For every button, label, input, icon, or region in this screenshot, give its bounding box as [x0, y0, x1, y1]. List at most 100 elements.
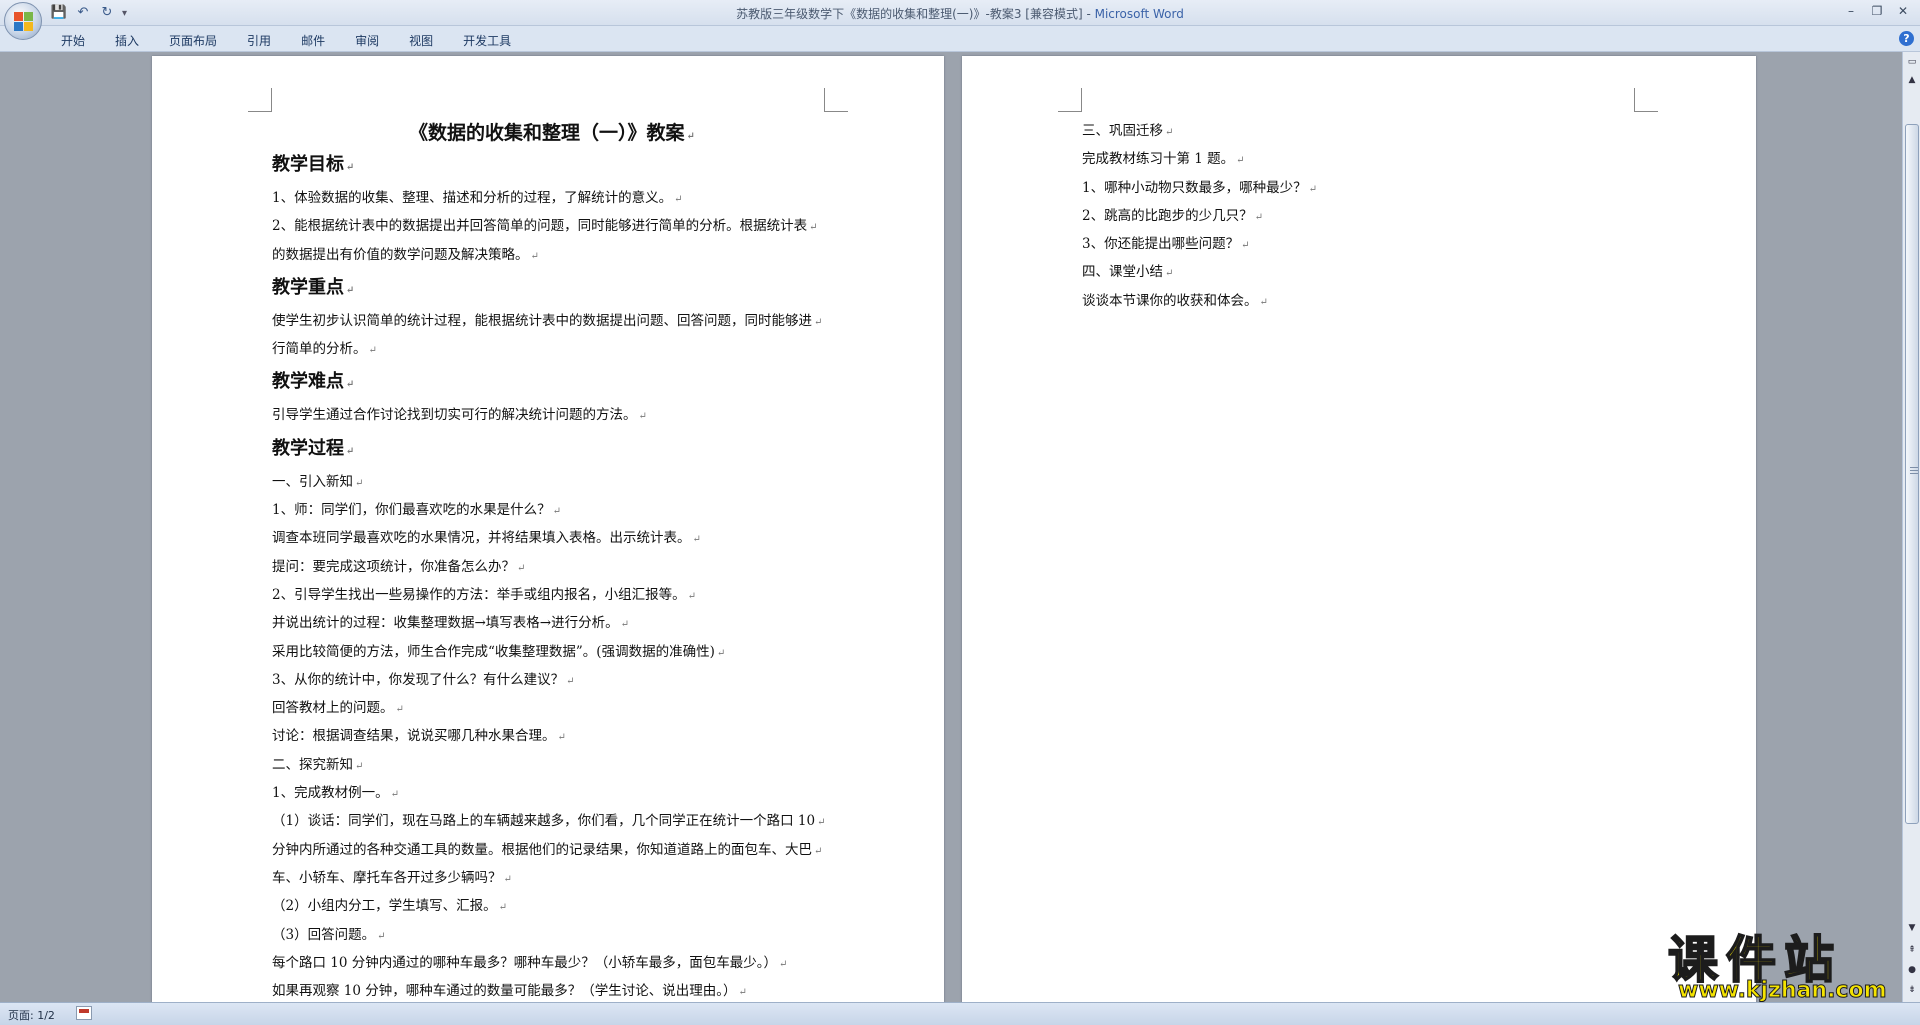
paragraph-mark-icon: ↵	[817, 817, 826, 829]
paragraph-text: 1、哪种小动物只数最多，哪种最少？	[1082, 179, 1307, 196]
paragraph-line: 引导学生通过合作讨论找到切实可行的解决统计问题的方法。 ↵	[272, 402, 832, 430]
paragraph-mark-icon: ↵	[687, 590, 696, 602]
page-2[interactable]: 三、巩固迁移 ↵ 完成教材练习十第 1 题。 ↵ 1、哪种小动物只数最多，哪种最少？ ↵ 2…	[962, 56, 1756, 1002]
page-2-section: 三、巩固迁移 ↵ 完成教材练习十第 1 题。 ↵ 1、哪种小动物只数最多，哪种最少？ ↵ 2…	[1082, 118, 1317, 316]
section-heading-key-points: 教学重点 ↵	[272, 276, 355, 298]
scroll-thumb[interactable]	[1905, 124, 1919, 824]
paragraph-mark-icon: ↵	[620, 619, 630, 631]
paragraph-mark-icon: ↵	[1236, 155, 1245, 167]
paragraph-text: 回答教材上的问题。	[272, 700, 394, 717]
scroll-up-icon[interactable]: ▲	[1904, 72, 1920, 88]
paragraph-mark-icon: ↵	[738, 987, 747, 999]
paragraph-line: 三、巩固迁移 ↵	[1082, 118, 1317, 146]
paragraph-mark-icon: ↵	[557, 732, 566, 744]
paragraph-line: 并说出统计的过程：收集整理数据→填写表格→进行分析。 ↵	[272, 610, 832, 638]
paragraph-mark-icon: ↵	[355, 760, 364, 772]
paragraph-mark-icon: ↵	[1308, 183, 1317, 195]
paragraph-mark-icon: ↵	[566, 675, 575, 687]
document-heading: 《数据的收集和整理（一）》教案 ↵	[409, 122, 695, 144]
paragraph-line: 3、从你的统计中，你发现了什么？有什么建议？ ↵	[272, 667, 832, 695]
paragraph-line: 二、探究新知 ↵	[272, 752, 832, 780]
tab-0[interactable]: 开始	[50, 30, 96, 51]
paragraph-text: 一、引入新知	[272, 473, 353, 490]
paragraph-mark-icon: ↵	[686, 131, 695, 142]
paragraph-mark-icon: ↵	[346, 162, 355, 173]
page-indicator[interactable]: 页面: 1/2	[8, 1007, 55, 1023]
paragraph-text: 每个路口 10 分钟内通过的哪种车最多？哪种车最少？（小轿车最多，面包车最少。）	[272, 954, 778, 971]
paragraph-text: 二、探究新知	[272, 756, 353, 773]
tab-5[interactable]: 审阅	[344, 30, 390, 51]
restore-button[interactable]: ❐	[1864, 2, 1890, 20]
paragraph-line: 一、引入新知 ↵	[272, 469, 832, 497]
tab-2[interactable]: 页面布局	[158, 30, 228, 51]
paragraph-text: 谈谈本节课你的收获和体会。	[1082, 292, 1258, 309]
browse-object-icon[interactable]: ●	[1904, 962, 1920, 978]
section-heading-difficulties: 教学难点 ↵	[272, 371, 355, 393]
ruler-toggle-icon[interactable]: ▭	[1904, 54, 1920, 70]
tab-4[interactable]: 邮件	[290, 30, 336, 51]
paragraph-mark-icon: ↵	[368, 345, 377, 357]
paragraph-mark-icon: ↵	[814, 845, 823, 857]
paragraph-line: （3）回答问题。 ↵	[272, 922, 832, 950]
paragraph-mark-icon: ↵	[716, 647, 726, 659]
paragraph-line: 2、引导学生找出一些易操作的方法：举手或组内报名，小组汇报等。 ↵	[272, 582, 832, 610]
margin-corner-mark	[824, 88, 848, 112]
process-section: 一、引入新知 ↵ 1、师：同学们，你们最喜欢吃的水果是什么？ ↵ 调查本班同学最喜欢吃的…	[272, 469, 832, 1002]
title-bar: 💾 ↶ ↻ ▾ 苏教版三年级数学下《数据的收集和整理(一)》-教案3 [兼容模式…	[0, 0, 1920, 26]
paragraph-mark-icon: ↵	[1165, 127, 1174, 138]
tab-3[interactable]: 引用	[236, 30, 282, 51]
paragraph-mark-icon: ↵	[1259, 296, 1268, 308]
paragraph-text: 行简单的分析。	[272, 341, 367, 358]
paragraph-mark-icon: ↵	[503, 873, 512, 885]
paragraph-text: 1、师：同学们，你们最喜欢吃的水果是什么？	[272, 502, 551, 519]
paragraph-text: （1）谈话：同学们，现在马路上的车辆越来越多，你们看，几个同学正在统计一个路口 …	[272, 813, 816, 830]
scroll-down-icon[interactable]: ▼	[1904, 920, 1920, 936]
paragraph-text: 使学生初步认识简单的统计过程，能根据统计表中的数据提出问题、回答问题，同时能够进	[272, 312, 812, 329]
goals-section: 1、体验数据的收集、整理、描述和分析的过程，了解统计的意义。 ↵ 2、能根据统计表中…	[272, 185, 832, 270]
paragraph-line: 行简单的分析。 ↵	[272, 336, 832, 364]
paragraph-text: 提问：要完成这项统计，你准备怎么办？	[272, 558, 515, 575]
proofing-status-icon[interactable]	[76, 1006, 92, 1020]
paragraph-line: （2）小组内分工，学生填写、汇报。 ↵	[272, 893, 832, 921]
next-page-icon[interactable]: ⇟	[1904, 982, 1920, 998]
tab-7[interactable]: 开发工具	[452, 30, 522, 51]
paragraph-line: （1）谈话：同学们，现在马路上的车辆越来越多，你们看，几个同学正在统计一个路口 …	[272, 808, 832, 836]
paragraph-mark-icon: ↵	[390, 789, 399, 801]
paragraph-mark-icon: ↵	[377, 930, 386, 942]
paragraph-text: 四、课堂小结	[1082, 264, 1163, 281]
paragraph-mark-icon: ↵	[638, 411, 647, 423]
key-points-section: 使学生初步认识简单的统计过程，能根据统计表中的数据提出问题、回答问题，同时能够进…	[272, 308, 832, 365]
app-name: Microsoft Word	[1094, 7, 1184, 21]
paragraph-mark-icon: ↵	[674, 194, 683, 205]
paragraph-line: 2、能根据统计表中的数据提出并回答简单的问题，同时能够进行简单的分析。根据统计表…	[272, 213, 832, 241]
close-button[interactable]: ✕	[1890, 2, 1916, 20]
paragraph-text: （2）小组内分工，学生填写、汇报。	[272, 898, 497, 915]
vertical-scrollbar[interactable]: ▭ ▲ ▼ ⇞ ● ⇟	[1902, 52, 1920, 1002]
margin-corner-mark	[248, 88, 272, 112]
paragraph-text: 讨论：根据调查结果，说说买哪几种水果合理。	[272, 728, 556, 745]
kjzhan-watermark-logo: 课件站 www.kjzhan.com	[1667, 920, 1904, 1004]
paragraph-text: （3）回答问题。	[272, 926, 376, 943]
paragraph-text: 三、巩固迁移	[1082, 123, 1163, 139]
document-area: 《数据的收集和整理（一）》教案 ↵ 教学目标 ↵ 1、体验数据的收集、整理、描述和分…	[0, 52, 1902, 1002]
paragraph-mark-icon: ↵	[530, 250, 539, 262]
window-title: 苏教版三年级数学下《数据的收集和整理(一)》-教案3 [兼容模式] - Micr…	[0, 5, 1920, 22]
office-button[interactable]	[4, 2, 42, 40]
paragraph-line: 谈谈本节课你的收获和体会。 ↵	[1082, 288, 1317, 316]
paragraph-mark-icon: ↵	[395, 704, 404, 716]
watermark-url: www.kjzhan.com	[1678, 978, 1888, 1004]
minimize-button[interactable]: –	[1838, 2, 1864, 20]
paragraph-mark-icon: ↵	[346, 379, 355, 391]
paragraph-text: 2、跳高的比跑步的少几只？	[1082, 207, 1253, 224]
page-1[interactable]: 《数据的收集和整理（一）》教案 ↵ 教学目标 ↵ 1、体验数据的收集、整理、描述和分…	[152, 56, 944, 1002]
paragraph-text: 采用比较简便的方法，师生合作完成“收集整理数据”。(强调数据的准确性)	[272, 643, 715, 660]
window-controls: – ❐ ✕	[1838, 2, 1916, 20]
tab-6[interactable]: 视图	[398, 30, 444, 51]
paragraph-line: 分钟内所通过的各种交通工具的数量。根据他们的记录结果，你知道道路上的面包车、大巴…	[272, 837, 832, 865]
paragraph-line: 1、哪种小动物只数最多，哪种最少？ ↵	[1082, 175, 1317, 203]
help-icon[interactable]: ?	[1899, 31, 1914, 46]
paragraph-line: 每个路口 10 分钟内通过的哪种车最多？哪种车最少？（小轿车最多，面包车最少。）…	[272, 950, 832, 978]
previous-page-icon[interactable]: ⇞	[1904, 942, 1920, 958]
tab-1[interactable]: 插入	[104, 30, 150, 51]
paragraph-text: 1、完成教材例一。	[272, 785, 389, 802]
